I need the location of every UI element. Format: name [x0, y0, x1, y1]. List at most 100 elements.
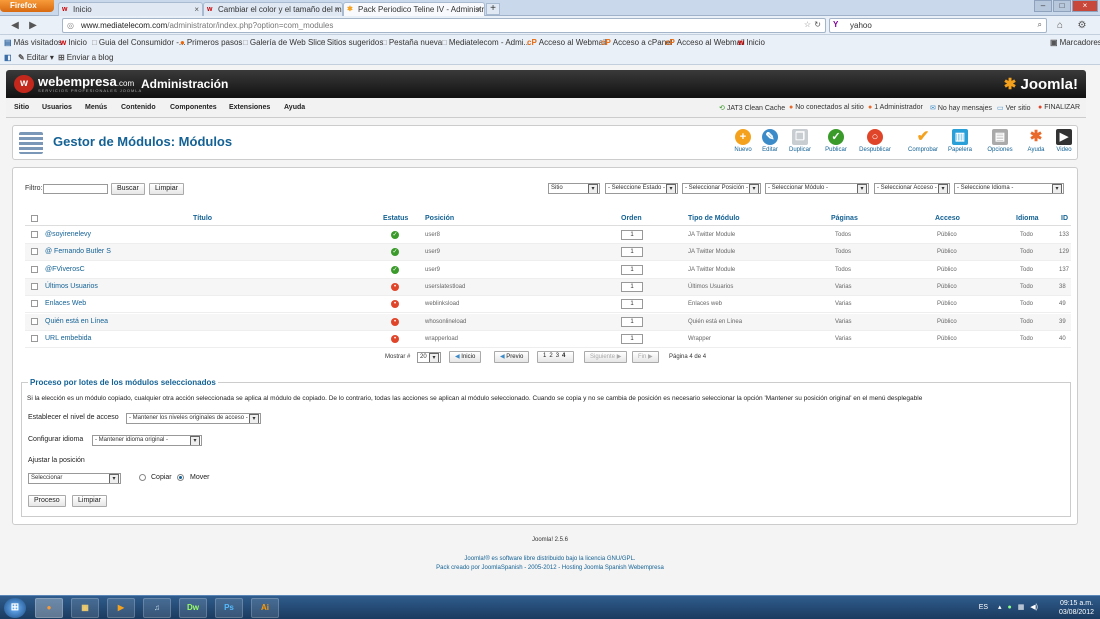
toolbar-checkin-button[interactable]: ✔ Comprobar	[906, 129, 940, 159]
footer-credits[interactable]: Pack creado por JoomlaSpanish - 2005-201…	[0, 565, 1100, 571]
browser-tab-active[interactable]: ✱ Pack Periodico Teline IV - Administra.…	[343, 2, 485, 16]
col-pages[interactable]: Páginas	[831, 215, 858, 222]
bookmark-item[interactable]: □ Guia del Consumidor -...	[92, 38, 186, 47]
col-title[interactable]: Título	[193, 215, 212, 222]
search-icon[interactable]: ⌕	[1038, 20, 1042, 30]
published-icon[interactable]: ✓	[391, 231, 399, 239]
language-select[interactable]: - Seleccione Idioma -	[954, 183, 1064, 194]
star-icon[interactable]: ☆	[804, 20, 811, 29]
status-messages[interactable]: ✉ No hay mensajes	[930, 104, 992, 112]
taskbar-photoshop-icon[interactable]: Ps	[215, 598, 243, 618]
col-id[interactable]: ID	[1061, 215, 1068, 222]
status-cache[interactable]: ⟲ JAT3 Clean Cache	[719, 104, 785, 112]
page-size-select[interactable]: 20	[417, 352, 441, 363]
state-select[interactable]: - Seleccione Estado -	[605, 183, 678, 194]
bookmark-item[interactable]: w Inicio	[60, 38, 87, 47]
close-window-icon[interactable]: ×	[1072, 0, 1098, 12]
module-title-link[interactable]: @ Fernando Butler S	[45, 248, 111, 255]
unpublished-icon[interactable]: •	[391, 334, 399, 343]
taskbar-media-icon[interactable]: ▶	[107, 598, 135, 618]
site-select[interactable]: Sitio	[548, 183, 600, 194]
language-indicator[interactable]: ES	[979, 604, 988, 611]
copy-radio[interactable]	[139, 474, 146, 481]
unpublished-icon[interactable]: •	[391, 282, 399, 291]
blog-addon-button[interactable]: ⊞ Enviar a blog	[58, 53, 113, 62]
menu-menus[interactable]: Menús	[85, 104, 107, 111]
taskbar-illustrator-icon[interactable]: Ai	[251, 598, 279, 618]
url-bar[interactable]: ◎ www.mediatelecom.com/administrator/ind…	[62, 18, 826, 33]
reload-icon[interactable]: ↻	[814, 20, 821, 29]
new-tab-button[interactable]: +	[486, 3, 500, 15]
tray-shield-icon[interactable]: ●	[1008, 604, 1012, 611]
view-site-link[interactable]: ▭ Ver sitio	[997, 104, 1031, 112]
toolbar-duplicate-button[interactable]: ❐ Duplicar	[783, 129, 817, 159]
firefox-menu-button[interactable]: Firefox	[0, 0, 54, 12]
taskbar-firefox-icon[interactable]: ●	[35, 598, 63, 618]
col-type[interactable]: Tipo de Módulo	[688, 215, 740, 222]
module-title-link[interactable]: Enlaces Web	[45, 300, 86, 307]
batch-process-button[interactable]: Proceso	[28, 495, 66, 507]
order-input[interactable]: 1	[621, 230, 643, 240]
tray-volume-icon[interactable]: ◀)	[1030, 604, 1038, 611]
browser-tab[interactable]: w Inicio ×	[58, 2, 203, 16]
order-input[interactable]: 1	[621, 333, 643, 344]
menu-contenido[interactable]: Contenido	[121, 104, 156, 111]
module-title-link[interactable]: Quién está en Línea	[45, 318, 108, 325]
order-input[interactable]: 1	[621, 264, 643, 275]
bookmarks-menu[interactable]: ▣ Marcadores	[1050, 38, 1100, 47]
maximize-icon[interactable]: □	[1053, 0, 1071, 12]
access-select[interactable]: - Seleccionar Acceso -	[874, 183, 950, 194]
menu-sitio[interactable]: Sitio	[14, 104, 29, 111]
unpublished-icon[interactable]: •	[391, 300, 399, 309]
module-title-link[interactable]: Últimos Usuarios	[45, 283, 98, 290]
bookmark-item[interactable]: □ Mediatelecom - Admi...	[442, 38, 530, 47]
tray-arrow-icon[interactable]: ▴	[998, 604, 1002, 611]
module-title-link[interactable]: @soyirenelevy	[45, 231, 91, 238]
menu-componentes[interactable]: Componentes	[170, 104, 217, 111]
batch-clear-button[interactable]: Limpiar	[72, 495, 107, 507]
footer-license[interactable]: Joomla!® es software libre distribuido b…	[0, 556, 1100, 562]
tools-icon[interactable]: ⚙	[1075, 19, 1089, 32]
browser-tab[interactable]: w Cambiar el color y el tamaño del men..…	[203, 2, 343, 16]
start-button[interactable]: ⊞	[4, 598, 26, 618]
position-select[interactable]: - Seleccionar Posición -	[682, 183, 761, 194]
unpublished-icon[interactable]: •	[391, 317, 399, 326]
close-tab-icon[interactable]: ×	[194, 5, 199, 14]
module-title-link[interactable]: @FViverosC	[45, 266, 85, 273]
row-checkbox[interactable]	[31, 282, 38, 290]
col-access[interactable]: Acceso	[935, 215, 960, 222]
batch-language-select[interactable]: - Mantener idioma original -	[92, 435, 202, 446]
toolbar-options-button[interactable]: ▤ Opciones	[983, 129, 1017, 159]
row-checkbox[interactable]	[31, 334, 38, 342]
toolbar-trash-button[interactable]: ▥ Papelera	[943, 129, 977, 159]
taskbar-explorer-icon[interactable]: ▦	[71, 598, 99, 618]
taskbar-dreamweaver-icon[interactable]: Dw	[179, 598, 207, 618]
pagination-pages[interactable]: 1234	[537, 351, 575, 363]
forward-icon[interactable]: ▶	[26, 19, 40, 32]
pagination-prev-button[interactable]: ◀ Previo	[494, 351, 530, 363]
batch-access-select[interactable]: - Mantener los niveles originales de acc…	[126, 413, 261, 424]
minimize-icon[interactable]: –	[1034, 0, 1052, 12]
col-order[interactable]: Orden	[621, 215, 642, 222]
order-input[interactable]: 1	[621, 316, 643, 327]
order-input[interactable]: 1	[621, 247, 643, 258]
search-button[interactable]: Buscar	[111, 183, 145, 195]
published-icon[interactable]: ✓	[391, 265, 399, 274]
clock[interactable]: 09:15 a.m. 03/08/2012	[1059, 599, 1094, 617]
batch-position-select[interactable]: Seleccionar	[28, 473, 121, 484]
addon-icon[interactable]: ◧	[4, 53, 14, 62]
close-tab-icon[interactable]: ×	[334, 5, 339, 14]
search-bar[interactable]: Y yahoo ⌕	[829, 18, 1047, 33]
published-icon[interactable]: ✓	[391, 248, 399, 257]
filter-input[interactable]	[43, 184, 108, 194]
bookmark-item[interactable]: □ Pestaña nueva	[382, 38, 442, 47]
row-checkbox[interactable]	[31, 317, 38, 325]
bookmark-item[interactable]: ● Primeros pasos	[180, 38, 242, 47]
toolbar-video-button[interactable]: ▶ Video	[1047, 129, 1081, 159]
module-select[interactable]: - Seleccionar Módulo -	[765, 183, 869, 194]
module-title-link[interactable]: URL embebida	[45, 335, 91, 342]
bookmark-item[interactable]: cP Acceso al Webmail	[665, 38, 745, 47]
home-icon[interactable]: ⌂	[1053, 19, 1067, 32]
order-input[interactable]: 1	[621, 281, 643, 292]
bookmark-item[interactable]: w Inicio	[738, 38, 765, 47]
